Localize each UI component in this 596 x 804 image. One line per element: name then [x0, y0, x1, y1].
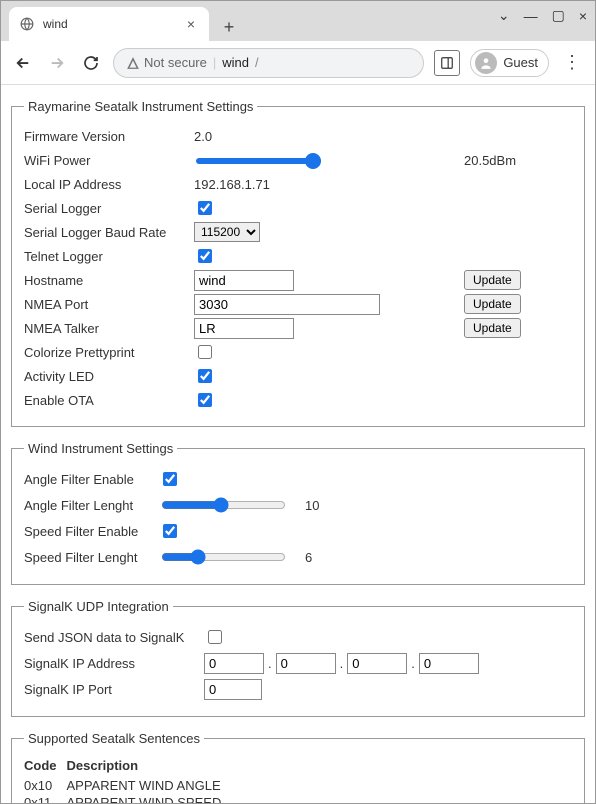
local-ip-label: Local IP Address — [24, 177, 194, 192]
nmea-port-label: NMEA Port — [24, 297, 194, 312]
speed-filter-length-label: Speed Filter Lenght — [24, 550, 159, 565]
nmea-talker-update-button[interactable]: Update — [464, 318, 521, 338]
new-tab-button[interactable]: + — [215, 13, 243, 41]
firmware-version-label: Firmware Version — [24, 129, 194, 144]
supported-sentences: Supported Seatalk Sentences Code Descrip… — [11, 731, 585, 803]
url-path: / — [255, 55, 259, 70]
tab-title: wind — [43, 17, 175, 31]
minimize-icon[interactable]: — — [524, 8, 538, 24]
send-json-label: Send JSON data to SignalK — [24, 630, 204, 645]
security-label: Not secure — [144, 55, 207, 70]
activity-led-label: Activity LED — [24, 369, 194, 384]
nmea-talker-label: NMEA Talker — [24, 321, 194, 336]
col-description: Description — [67, 756, 232, 777]
page-content: Raymarine Seatalk Instrument Settings Fi… — [1, 85, 595, 803]
seatalk-settings: Raymarine Seatalk Instrument Settings Fi… — [11, 99, 585, 427]
signalk-ip-octet-2[interactable] — [276, 653, 336, 674]
side-panel-button[interactable] — [434, 50, 460, 76]
firmware-version-value: 2.0 — [194, 129, 394, 144]
serial-baud-label: Serial Logger Baud Rate — [24, 225, 194, 240]
not-secure-warning: Not secure — [126, 55, 207, 70]
enable-ota-checkbox[interactable] — [198, 393, 212, 407]
menu-button[interactable]: ⋮ — [559, 48, 585, 77]
sentences-table: Code Description 0x10 APPARENT WIND ANGL… — [24, 756, 231, 803]
colorize-checkbox[interactable] — [198, 345, 212, 359]
table-row: 0x10 APPARENT WIND ANGLE — [24, 777, 231, 794]
signalk-ip-octet-1[interactable] — [204, 653, 264, 674]
chevron-down-icon[interactable]: ⌄ — [498, 7, 510, 24]
sentences-legend: Supported Seatalk Sentences — [24, 731, 204, 746]
wind-legend: Wind Instrument Settings — [24, 441, 177, 456]
wind-settings: Wind Instrument Settings Angle Filter En… — [11, 441, 585, 585]
hostname-label: Hostname — [24, 273, 194, 288]
wifi-power-label: WiFi Power — [24, 153, 194, 168]
avatar-icon — [475, 52, 497, 74]
signalk-settings: SignalK UDP Integration Send JSON data t… — [11, 599, 585, 717]
signalk-legend: SignalK UDP Integration — [24, 599, 173, 614]
angle-filter-length-label: Angle Filter Lenght — [24, 498, 159, 513]
browser-tab-bar: wind × + ⌄ — ▢ × — [1, 1, 595, 41]
speed-filter-length-slider[interactable] — [161, 549, 286, 565]
address-bar[interactable]: Not secure | wind / — [113, 48, 424, 78]
angle-filter-length-slider[interactable] — [161, 497, 286, 513]
signalk-ip-octet-4[interactable] — [419, 653, 479, 674]
hostname-update-button[interactable]: Update — [464, 270, 521, 290]
angle-filter-enable-label: Angle Filter Enable — [24, 472, 159, 487]
speed-filter-enable-checkbox[interactable] — [163, 524, 177, 538]
angle-filter-length-value: 10 — [305, 498, 339, 513]
serial-baud-select[interactable]: 115200 — [194, 222, 260, 242]
table-row: 0x11 APPARENT WIND SPEED — [24, 794, 231, 803]
nmea-port-input[interactable] — [194, 294, 380, 315]
profile-label: Guest — [503, 55, 538, 70]
hostname-input[interactable] — [194, 270, 294, 291]
signalk-port-input[interactable] — [204, 679, 262, 700]
signalk-ip-octet-3[interactable] — [347, 653, 407, 674]
reload-button[interactable] — [79, 51, 103, 75]
activity-led-checkbox[interactable] — [198, 369, 212, 383]
send-json-checkbox[interactable] — [208, 630, 222, 644]
forward-button[interactable] — [45, 51, 69, 75]
telnet-logger-checkbox[interactable] — [198, 249, 212, 263]
close-icon[interactable]: × — [183, 16, 199, 32]
maximize-icon[interactable]: ▢ — [552, 7, 565, 24]
wifi-power-slider[interactable] — [196, 158, 321, 164]
col-code: Code — [24, 756, 67, 777]
nmea-port-update-button[interactable]: Update — [464, 294, 521, 314]
browser-toolbar: Not secure | wind / Guest ⋮ — [1, 41, 595, 85]
colorize-label: Colorize Prettyprint — [24, 345, 194, 360]
local-ip-value: 192.168.1.71 — [194, 177, 394, 192]
enable-ota-label: Enable OTA — [24, 393, 194, 408]
serial-logger-checkbox[interactable] — [198, 201, 212, 215]
signalk-ip-label: SignalK IP Address — [24, 656, 204, 671]
profile-button[interactable]: Guest — [470, 49, 549, 77]
speed-filter-enable-label: Speed Filter Enable — [24, 524, 159, 539]
signalk-port-label: SignalK IP Port — [24, 682, 204, 697]
speed-filter-length-value: 6 — [305, 550, 339, 565]
globe-icon — [19, 16, 35, 32]
telnet-logger-label: Telnet Logger — [24, 249, 194, 264]
serial-logger-label: Serial Logger — [24, 201, 194, 216]
url-host: wind — [222, 55, 249, 70]
back-button[interactable] — [11, 51, 35, 75]
seatalk-legend: Raymarine Seatalk Instrument Settings — [24, 99, 257, 114]
angle-filter-enable-checkbox[interactable] — [163, 472, 177, 486]
browser-tab[interactable]: wind × — [9, 7, 209, 41]
nmea-talker-input[interactable] — [194, 318, 294, 339]
window-close-icon[interactable]: × — [579, 8, 587, 24]
separator: | — [213, 55, 216, 70]
wifi-power-value: 20.5dBm — [464, 153, 572, 168]
